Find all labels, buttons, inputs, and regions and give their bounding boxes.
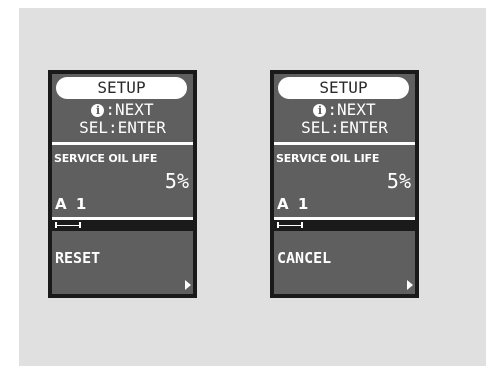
indicator-tick [301,222,303,228]
indicator-bar [274,220,415,231]
sel-enter-text: SEL:ENTER [301,118,388,137]
info-next-line: i:NEXT [274,101,415,119]
separator-line [52,142,193,145]
display-screen-cancel: SETUP i:NEXT SEL:ENTER SERVICE OIL LIFE … [270,70,419,298]
oil-life-percent: 5% [386,169,411,193]
indicator-tick [55,222,57,228]
setup-header: SETUP [56,77,187,99]
sel-enter-text: SEL:ENTER [79,118,166,137]
trip-label: A 1 [55,195,89,213]
display-panel: SETUP i:NEXT SEL:ENTER SERVICE OIL LIFE … [274,74,415,294]
right-arrow-icon [407,280,413,290]
display-screen-reset: SETUP i:NEXT SEL:ENTER SERVICE OIL LIFE … [48,70,197,298]
trip-label: A 1 [277,195,311,213]
info-icon: i [313,103,327,117]
cancel-option[interactable]: CANCEL [277,249,331,267]
info-next-line: i:NEXT [52,101,193,119]
info-icon: i [91,103,105,117]
oil-life-percent: 5% [164,169,189,193]
indicator-bar [52,220,193,231]
reset-option[interactable]: RESET [55,249,100,267]
indicator-tick [79,222,81,228]
right-arrow-icon [185,280,191,290]
info-next-text: :NEXT [105,100,154,119]
separator-line [274,142,415,145]
indicator-line [277,225,303,226]
display-panel: SETUP i:NEXT SEL:ENTER SERVICE OIL LIFE … [52,74,193,294]
info-next-text: :NEXT [327,100,376,119]
indicator-tick [277,222,279,228]
service-oil-life-label: SERVICE OIL LIFE [276,152,380,165]
indicator-line [55,225,81,226]
setup-header: SETUP [278,77,409,99]
service-oil-life-label: SERVICE OIL LIFE [54,152,158,165]
